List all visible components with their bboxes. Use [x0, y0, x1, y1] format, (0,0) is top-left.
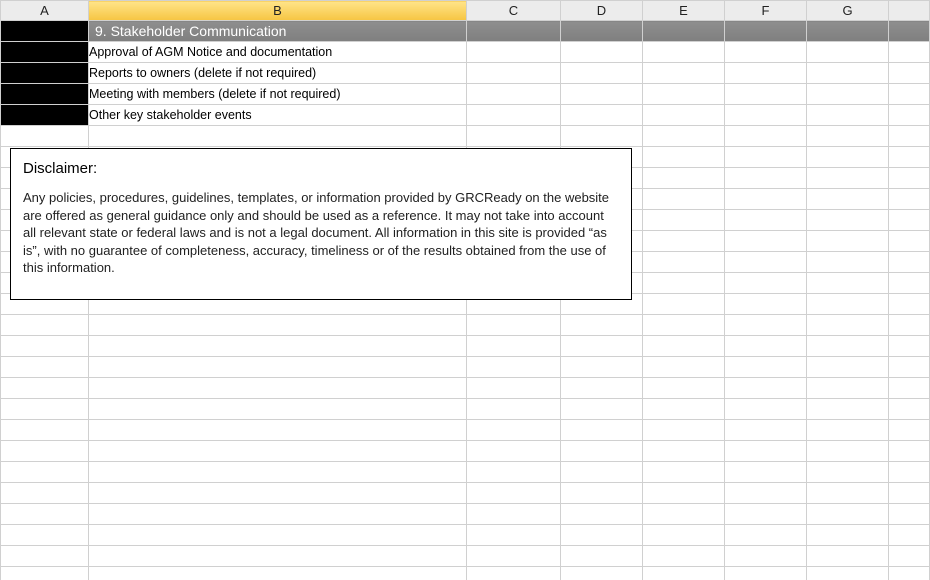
cell-F-section[interactable] [725, 21, 807, 42]
col-header-A[interactable]: A [1, 1, 89, 21]
cell-B-4[interactable]: Other key stakeholder events [89, 105, 467, 126]
empty-row[interactable] [1, 399, 930, 420]
empty-row[interactable] [1, 462, 930, 483]
section-header-row[interactable]: 9. Stakeholder Communication [1, 21, 930, 42]
col-header-D[interactable]: D [561, 1, 643, 21]
cell-H-3[interactable] [889, 84, 930, 105]
data-row-4[interactable]: Other key stakeholder events [1, 105, 930, 126]
col-header-F[interactable]: F [725, 1, 807, 21]
empty-row[interactable] [1, 315, 930, 336]
data-row-3[interactable]: Meeting with members (delete if not requ… [1, 84, 930, 105]
cell-D-section[interactable] [561, 21, 643, 42]
data-row-1[interactable]: Approval of AGM Notice and documentation [1, 42, 930, 63]
cell-D-1[interactable] [561, 42, 643, 63]
cell-B-2[interactable]: Reports to owners (delete if not require… [89, 63, 467, 84]
data-row-2[interactable]: Reports to owners (delete if not require… [1, 63, 930, 84]
disclaimer-box: Disclaimer: Any policies, procedures, gu… [10, 148, 632, 300]
empty-row[interactable] [1, 525, 930, 546]
cell-D-2[interactable] [561, 63, 643, 84]
cell-F-1[interactable] [725, 42, 807, 63]
cell-C-1[interactable] [467, 42, 561, 63]
empty-row[interactable] [1, 336, 930, 357]
empty-row[interactable] [1, 378, 930, 399]
cell-G-3[interactable] [807, 84, 889, 105]
cell-E-3[interactable] [643, 84, 725, 105]
col-header-B[interactable]: B [89, 1, 467, 21]
cell-G-section[interactable] [807, 21, 889, 42]
cell-A-2[interactable] [1, 63, 89, 84]
cell-A-3[interactable] [1, 84, 89, 105]
col-header-E[interactable]: E [643, 1, 725, 21]
cell-D-4[interactable] [561, 105, 643, 126]
cell-E-section[interactable] [643, 21, 725, 42]
cell-E-2[interactable] [643, 63, 725, 84]
cell-G-4[interactable] [807, 105, 889, 126]
section-title-cell[interactable]: 9. Stakeholder Communication [89, 21, 467, 42]
disclaimer-title: Disclaimer: [23, 159, 619, 179]
cell-A-4[interactable] [1, 105, 89, 126]
cell-C-2[interactable] [467, 63, 561, 84]
empty-row[interactable] [1, 441, 930, 462]
disclaimer-body: Any policies, procedures, guidelines, te… [23, 189, 619, 277]
cell-A-1[interactable] [1, 42, 89, 63]
cell-F-4[interactable] [725, 105, 807, 126]
cell-G-2[interactable] [807, 63, 889, 84]
cell-F-2[interactable] [725, 63, 807, 84]
cell-B-3[interactable]: Meeting with members (delete if not requ… [89, 84, 467, 105]
cell-C-section[interactable] [467, 21, 561, 42]
cell-H-1[interactable] [889, 42, 930, 63]
col-header-overflow[interactable] [889, 1, 930, 21]
empty-row[interactable] [1, 567, 930, 580]
empty-row[interactable] [1, 420, 930, 441]
cell-F-3[interactable] [725, 84, 807, 105]
spreadsheet-viewport: A B C D E F G 9. Stakeholder Communicati… [0, 0, 930, 580]
cell-H-section[interactable] [889, 21, 930, 42]
col-header-G[interactable]: G [807, 1, 889, 21]
cell-A-section[interactable] [1, 21, 89, 42]
cell-C-3[interactable] [467, 84, 561, 105]
empty-row[interactable] [1, 126, 930, 147]
empty-row[interactable] [1, 504, 930, 525]
empty-row[interactable] [1, 546, 930, 567]
empty-row[interactable] [1, 483, 930, 504]
cell-C-4[interactable] [467, 105, 561, 126]
cell-H-4[interactable] [889, 105, 930, 126]
cell-E-1[interactable] [643, 42, 725, 63]
cell-B-1[interactable]: Approval of AGM Notice and documentation [89, 42, 467, 63]
col-header-C[interactable]: C [467, 1, 561, 21]
cell-E-4[interactable] [643, 105, 725, 126]
empty-row[interactable] [1, 357, 930, 378]
column-header-row: A B C D E F G [1, 1, 930, 21]
cell-G-1[interactable] [807, 42, 889, 63]
cell-D-3[interactable] [561, 84, 643, 105]
cell-H-2[interactable] [889, 63, 930, 84]
